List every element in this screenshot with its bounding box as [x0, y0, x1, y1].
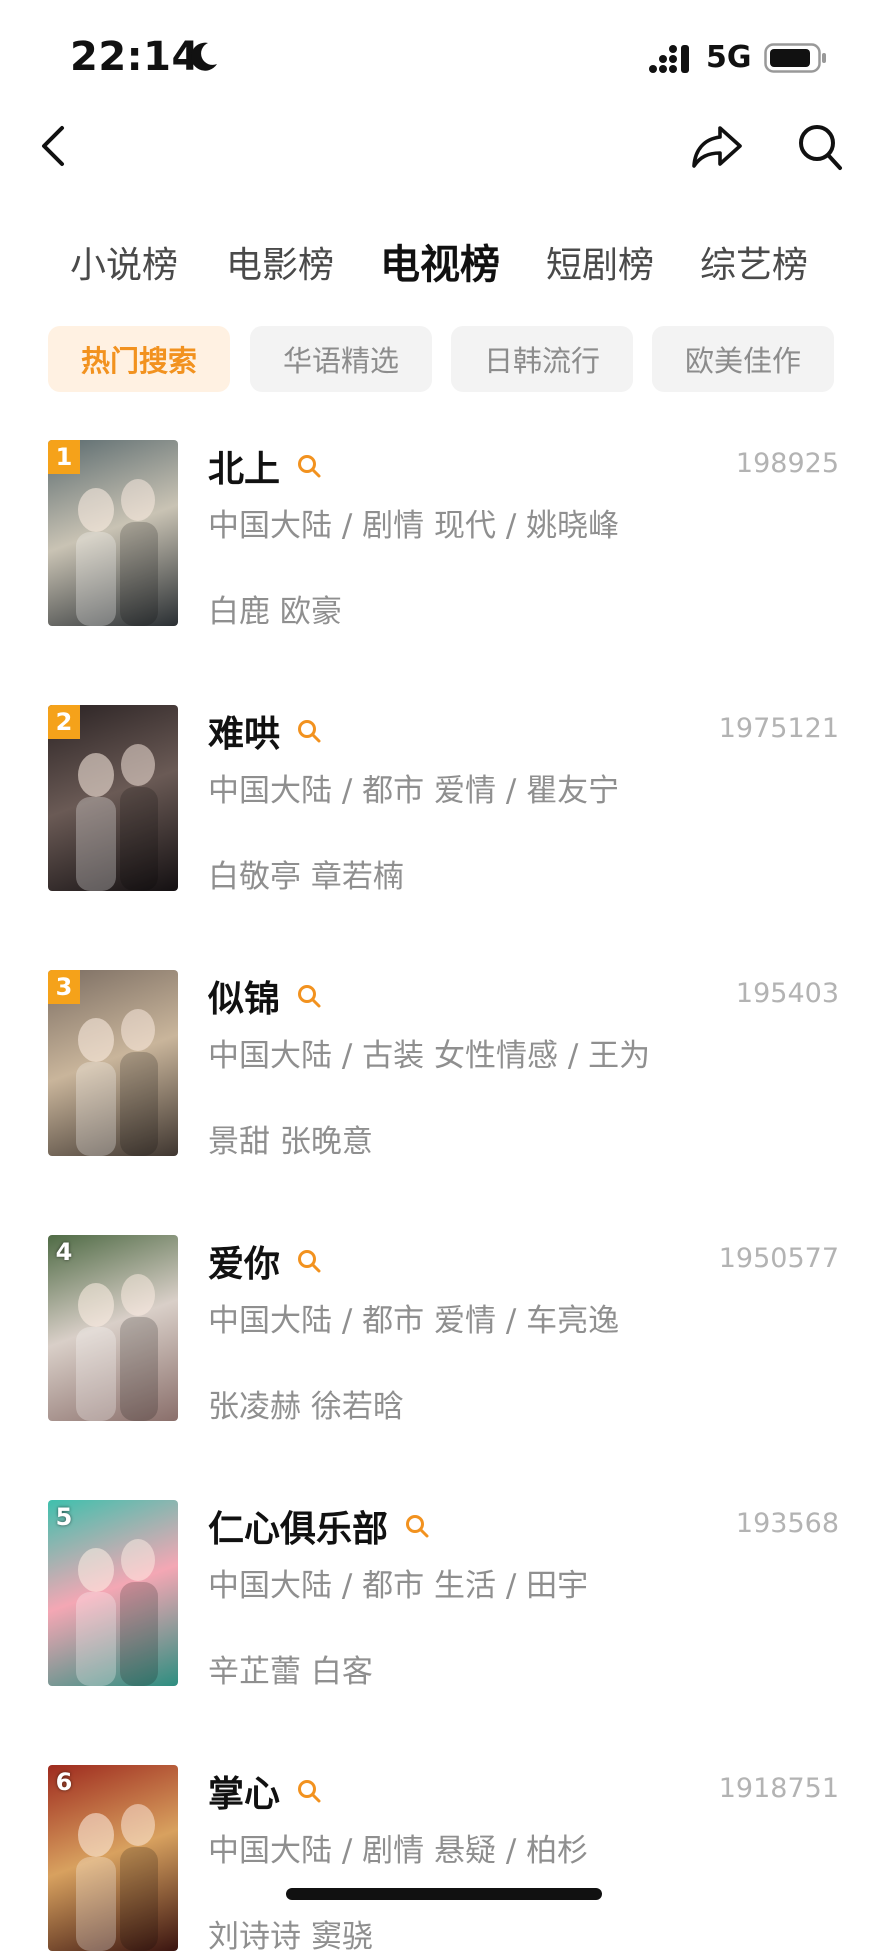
rank-badge: 2 — [48, 705, 80, 739]
item-meta: 中国大陆 / 都市 爱情 / 车亮逸 — [208, 1303, 620, 1339]
item-meta: 中国大陆 / 都市 爱情 / 瞿友宁 — [208, 773, 620, 809]
item-cast: 刘诗诗 窦骁 — [208, 1919, 373, 1955]
item-title-text: 难哄 — [208, 714, 281, 755]
item-meta: 中国大陆 / 剧情 悬疑 / 柏杉 — [208, 1833, 589, 1869]
item-cast: 张凌赫 徐若晗 — [208, 1389, 404, 1425]
list-item[interactable]: 1 北上 198925 中国大陆 / 剧情 现代 / 姚晓峰 白鹿 欧豪 — [0, 440, 887, 630]
tab-movie[interactable]: 电影榜 — [226, 236, 334, 288]
search-icon[interactable] — [296, 718, 322, 744]
chip-chinese-picks[interactable]: 华语精选 — [250, 326, 432, 392]
rank-badge: 4 — [55, 1238, 73, 1266]
search-count: 193568 — [735, 1508, 839, 1539]
search-icon[interactable] — [796, 122, 844, 174]
poster-image[interactable]: 1 — [48, 440, 178, 626]
item-title[interactable]: 仁心俱乐部 — [208, 1500, 430, 1552]
nav-bar — [0, 118, 887, 218]
tab-variety[interactable]: 综艺榜 — [700, 236, 808, 288]
poster-image[interactable]: 2 — [48, 705, 178, 891]
home-indicator — [286, 1888, 602, 1900]
rank-badge: 5 — [55, 1503, 73, 1531]
search-icon[interactable] — [296, 1248, 322, 1274]
search-count: 1918751 — [718, 1773, 839, 1804]
poster-image[interactable]: 6 — [48, 1765, 178, 1951]
network-label: 5G — [706, 40, 752, 75]
search-icon[interactable] — [296, 1778, 322, 1804]
poster-image[interactable]: 3 — [48, 970, 178, 1156]
item-title-text: 爱你 — [208, 1244, 281, 1285]
item-cast: 白敬亭 章若楠 — [208, 859, 404, 895]
rank-badge: 6 — [55, 1768, 73, 1796]
list-item[interactable]: 4 爱你 1950577 中国大陆 / 都市 爱情 / 车亮逸 张凌赫 徐若晗 — [0, 1235, 887, 1425]
item-title[interactable]: 掌心 — [208, 1765, 322, 1817]
search-count: 1975121 — [718, 713, 839, 744]
search-count: 195403 — [735, 978, 839, 1009]
search-icon[interactable] — [296, 453, 322, 479]
list-item[interactable]: 3 似锦 195403 中国大陆 / 古装 女性情感 / 王为 景甜 张晚意 — [0, 970, 887, 1160]
moon-icon — [191, 42, 217, 71]
tab-short-drama[interactable]: 短剧榜 — [546, 236, 654, 288]
item-cast: 白鹿 欧豪 — [208, 594, 342, 630]
item-title[interactable]: 难哄 — [208, 705, 322, 757]
signal-icon — [649, 45, 689, 73]
tab-tv[interactable]: 电视榜 — [380, 232, 500, 290]
search-icon[interactable] — [296, 983, 322, 1009]
item-title-text: 仁心俱乐部 — [208, 1509, 389, 1550]
rank-badge: 3 — [48, 970, 80, 1004]
item-title[interactable]: 爱你 — [208, 1235, 322, 1287]
status-time: 22:14 — [70, 34, 200, 80]
share-icon[interactable] — [690, 122, 744, 172]
item-title-text: 掌心 — [208, 1774, 281, 1815]
item-title[interactable]: 似锦 — [208, 970, 322, 1022]
chip-hot-search[interactable]: 热门搜索 — [48, 326, 230, 392]
tab-novel[interactable]: 小说榜 — [70, 236, 178, 288]
item-meta: 中国大陆 / 都市 生活 / 田宇 — [208, 1568, 589, 1604]
back-icon[interactable] — [36, 124, 74, 168]
category-tabs: 小说榜 电影榜 电视榜 短剧榜 综艺榜 — [0, 236, 887, 306]
item-meta: 中国大陆 / 剧情 现代 / 姚晓峰 — [208, 508, 620, 544]
item-cast: 辛芷蕾 白客 — [208, 1654, 373, 1690]
search-icon[interactable] — [404, 1513, 430, 1539]
chip-western-picks[interactable]: 欧美佳作 — [652, 326, 834, 392]
search-count: 198925 — [735, 448, 839, 479]
item-title-text: 北上 — [208, 449, 281, 490]
item-title-text: 似锦 — [208, 979, 281, 1020]
list-item[interactable]: 5 仁心俱乐部 193568 中国大陆 / 都市 生活 / 田宇 辛芷蕾 白客 — [0, 1500, 887, 1690]
item-title[interactable]: 北上 — [208, 440, 322, 492]
item-cast: 景甜 张晚意 — [208, 1124, 373, 1160]
poster-image[interactable]: 5 — [48, 1500, 178, 1686]
search-count: 1950577 — [718, 1243, 839, 1274]
status-bar: 22:14 5G — [0, 0, 887, 118]
battery-icon — [764, 43, 826, 73]
chip-jk-popular[interactable]: 日韩流行 — [451, 326, 633, 392]
list-item[interactable]: 6 掌心 1918751 中国大陆 / 剧情 悬疑 / 柏杉 刘诗诗 窦骁 — [0, 1765, 887, 1955]
list-item[interactable]: 2 难哄 1975121 中国大陆 / 都市 爱情 / 瞿友宁 白敬亭 章若楠 — [0, 705, 887, 895]
filter-chips: 热门搜索 华语精选 日韩流行 欧美佳作 — [0, 326, 887, 394]
rank-badge: 1 — [48, 440, 80, 474]
poster-image[interactable]: 4 — [48, 1235, 178, 1421]
item-meta: 中国大陆 / 古装 女性情感 / 王为 — [208, 1038, 651, 1074]
